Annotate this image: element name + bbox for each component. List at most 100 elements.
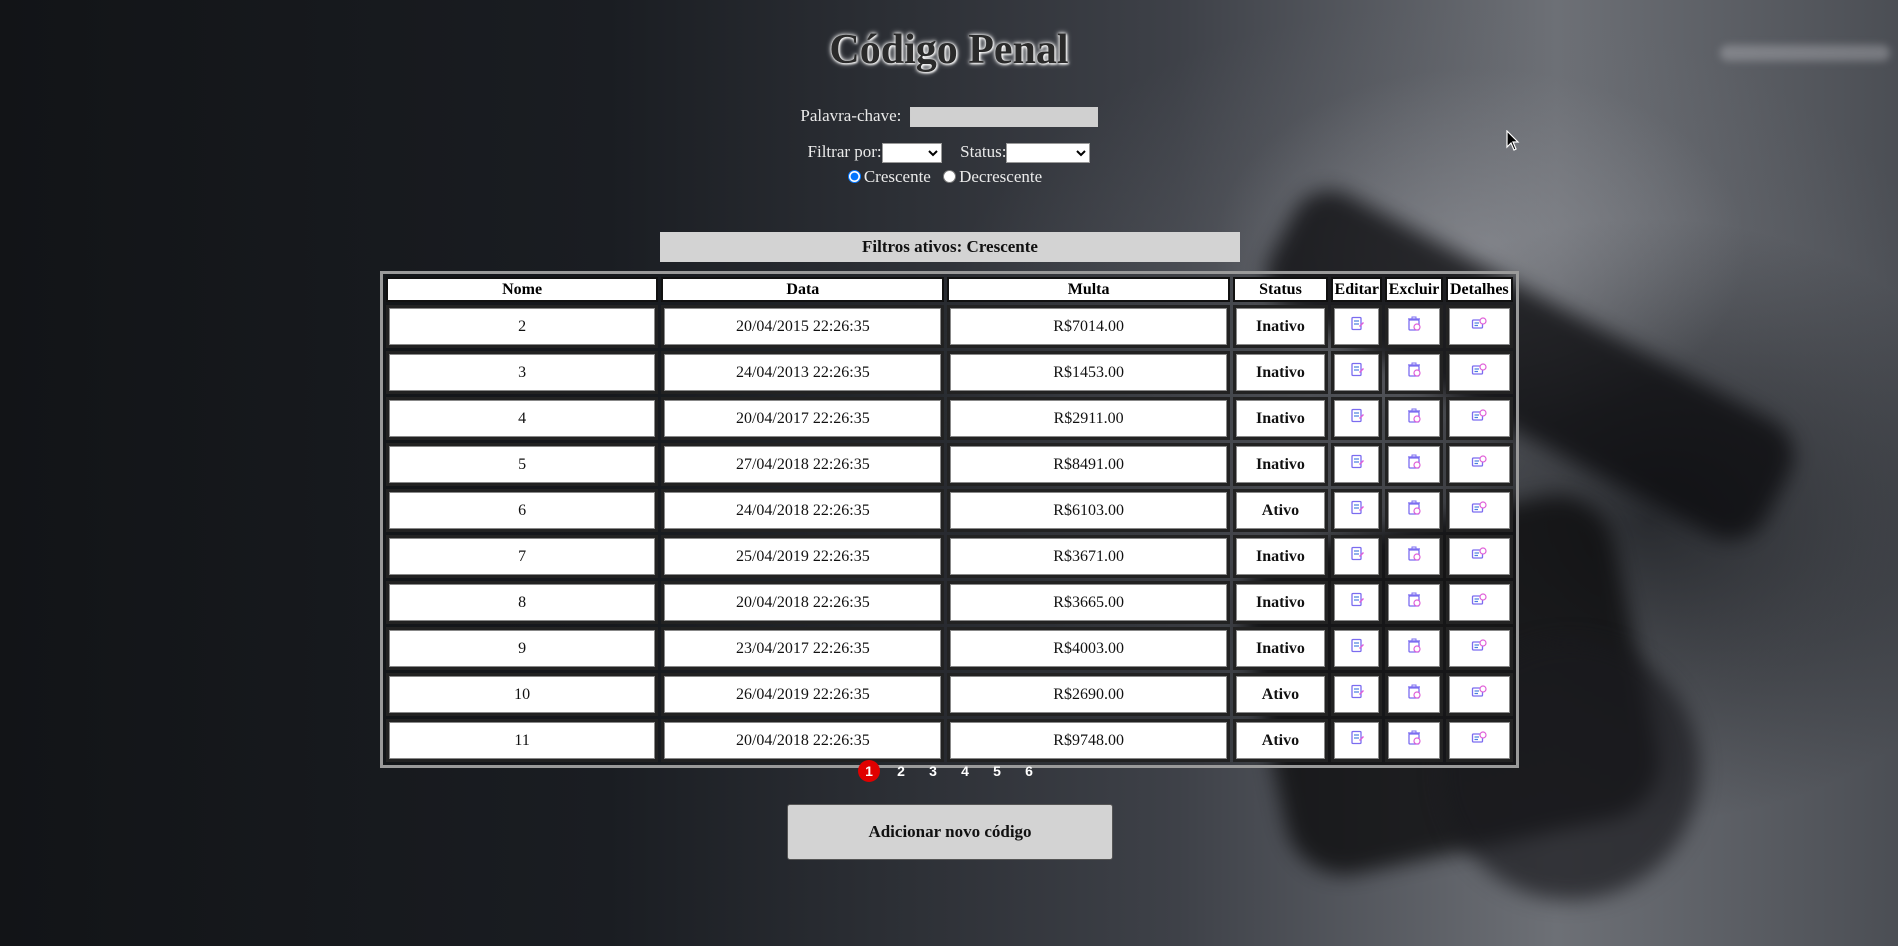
- page-link-3[interactable]: 3: [922, 760, 944, 782]
- delete-trash-icon[interactable]: [1406, 546, 1422, 567]
- cell-editar[interactable]: [1331, 673, 1383, 716]
- cell-excluir[interactable]: [1385, 397, 1443, 440]
- cell-status: Inativo: [1232, 305, 1329, 348]
- table-row: 4 20/04/2017 22:26:35 R$2911.00 Inativo: [386, 397, 1513, 440]
- cell-editar[interactable]: [1331, 397, 1383, 440]
- delete-trash-icon[interactable]: [1406, 362, 1422, 383]
- cell-detalhes[interactable]: [1445, 581, 1513, 624]
- cell-data: 20/04/2018 22:26:35: [661, 581, 945, 624]
- page-link-6[interactable]: 6: [1018, 760, 1040, 782]
- cell-excluir[interactable]: [1385, 673, 1443, 716]
- cell-data: 24/04/2013 22:26:35: [661, 351, 945, 394]
- filter-by-select[interactable]: [881, 143, 942, 164]
- status-filter-select[interactable]: [1006, 143, 1091, 164]
- cell-editar[interactable]: [1331, 443, 1383, 486]
- cell-nome: 3: [386, 351, 659, 394]
- delete-trash-icon[interactable]: [1406, 500, 1422, 521]
- cell-multa: R$3671.00: [947, 535, 1230, 578]
- cell-editar[interactable]: [1331, 305, 1383, 348]
- page-link-5[interactable]: 5: [986, 760, 1008, 782]
- details-card-icon[interactable]: [1471, 500, 1487, 521]
- cell-detalhes[interactable]: [1445, 627, 1513, 670]
- edit-document-icon[interactable]: [1349, 316, 1365, 337]
- page-link-2[interactable]: 2: [890, 760, 912, 782]
- details-card-icon[interactable]: [1471, 546, 1487, 567]
- keyword-label: Palavra-chave:: [800, 106, 902, 125]
- delete-trash-icon[interactable]: [1406, 454, 1422, 475]
- active-filters-banner: Filtros ativos: Crescente: [660, 232, 1240, 262]
- cell-detalhes[interactable]: [1445, 305, 1513, 348]
- cell-excluir[interactable]: [1385, 719, 1443, 762]
- delete-trash-icon[interactable]: [1406, 592, 1422, 613]
- cell-status: Inativo: [1232, 397, 1329, 440]
- mouse-cursor-icon: [1506, 130, 1520, 151]
- cell-detalhes[interactable]: [1445, 673, 1513, 716]
- cell-excluir[interactable]: [1385, 627, 1443, 670]
- cell-editar[interactable]: [1331, 351, 1383, 394]
- cell-editar[interactable]: [1331, 581, 1383, 624]
- cell-editar[interactable]: [1331, 719, 1383, 762]
- cell-detalhes[interactable]: [1445, 535, 1513, 578]
- edit-document-icon[interactable]: [1349, 500, 1365, 521]
- cell-editar[interactable]: [1331, 489, 1383, 532]
- cell-excluir[interactable]: [1385, 489, 1443, 532]
- details-card-icon[interactable]: [1471, 730, 1487, 751]
- edit-document-icon[interactable]: [1349, 638, 1365, 659]
- cell-data: 25/04/2019 22:26:35: [661, 535, 945, 578]
- cell-nome: 7: [386, 535, 659, 578]
- descending-radio[interactable]: [943, 170, 957, 183]
- descending-label[interactable]: Decrescente: [959, 167, 1042, 186]
- details-card-icon[interactable]: [1471, 408, 1487, 429]
- page-link-4[interactable]: 4: [954, 760, 976, 782]
- edit-document-icon[interactable]: [1349, 684, 1365, 705]
- cell-editar[interactable]: [1331, 627, 1383, 670]
- cell-excluir[interactable]: [1385, 443, 1443, 486]
- table-row: 3 24/04/2013 22:26:35 R$1453.00 Inativo: [386, 351, 1513, 394]
- table-row: 10 26/04/2019 22:26:35 R$2690.00 Ativo: [386, 673, 1513, 716]
- cell-nome: 8: [386, 581, 659, 624]
- cell-nome: 4: [386, 397, 659, 440]
- cell-detalhes[interactable]: [1445, 351, 1513, 394]
- cell-nome: 6: [386, 489, 659, 532]
- ascending-radio[interactable]: [847, 170, 861, 183]
- cell-detalhes[interactable]: [1445, 719, 1513, 762]
- delete-trash-icon[interactable]: [1406, 638, 1422, 659]
- column-header-status[interactable]: Status: [1232, 277, 1329, 302]
- edit-document-icon[interactable]: [1349, 454, 1365, 475]
- delete-trash-icon[interactable]: [1406, 730, 1422, 751]
- details-card-icon[interactable]: [1471, 454, 1487, 475]
- cell-nome: 5: [386, 443, 659, 486]
- column-header-nome[interactable]: Nome: [386, 277, 659, 302]
- delete-trash-icon[interactable]: [1406, 316, 1422, 337]
- cell-excluir[interactable]: [1385, 535, 1443, 578]
- details-card-icon[interactable]: [1471, 316, 1487, 337]
- column-header-multa[interactable]: Multa: [947, 277, 1230, 302]
- cell-data: 20/04/2015 22:26:35: [661, 305, 945, 348]
- cell-detalhes[interactable]: [1445, 443, 1513, 486]
- cell-status: Inativo: [1232, 443, 1329, 486]
- details-card-icon[interactable]: [1471, 592, 1487, 613]
- details-card-icon[interactable]: [1471, 684, 1487, 705]
- cell-excluir[interactable]: [1385, 305, 1443, 348]
- cell-detalhes[interactable]: [1445, 397, 1513, 440]
- cell-status: Ativo: [1232, 489, 1329, 532]
- cell-editar[interactable]: [1331, 535, 1383, 578]
- details-card-icon[interactable]: [1471, 638, 1487, 659]
- cell-excluir[interactable]: [1385, 581, 1443, 624]
- edit-document-icon[interactable]: [1349, 592, 1365, 613]
- details-card-icon[interactable]: [1471, 362, 1487, 383]
- add-new-code-button[interactable]: Adicionar novo código: [787, 804, 1113, 860]
- delete-trash-icon[interactable]: [1406, 408, 1422, 429]
- edit-document-icon[interactable]: [1349, 362, 1365, 383]
- cell-detalhes[interactable]: [1445, 489, 1513, 532]
- page-link-1[interactable]: 1: [858, 760, 880, 782]
- delete-trash-icon[interactable]: [1406, 684, 1422, 705]
- edit-document-icon[interactable]: [1349, 408, 1365, 429]
- ascending-label[interactable]: Crescente: [864, 167, 931, 186]
- column-header-data[interactable]: Data: [661, 277, 945, 302]
- status-filter-label: Status:: [960, 142, 1007, 161]
- cell-excluir[interactable]: [1385, 351, 1443, 394]
- edit-document-icon[interactable]: [1349, 546, 1365, 567]
- keyword-input[interactable]: [909, 107, 1098, 128]
- edit-document-icon[interactable]: [1349, 730, 1365, 751]
